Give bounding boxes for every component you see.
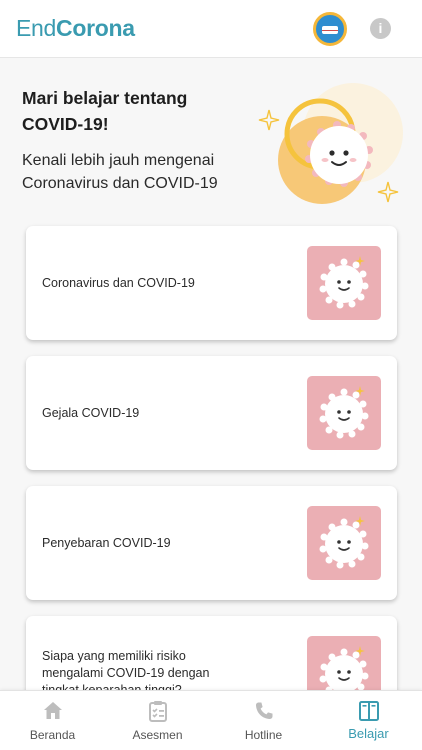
- logo-text-end: End: [16, 15, 57, 41]
- topic-card-label: Gejala COVID-19: [42, 405, 140, 420]
- language-flag-button[interactable]: [313, 12, 347, 46]
- topic-thumbnail: [307, 376, 381, 450]
- clipboard-icon: [149, 701, 167, 722]
- home-icon: [44, 702, 62, 719]
- phone-icon: [256, 702, 273, 719]
- bottom-navigation: Beranda Asesmen Hotline Belajar: [0, 690, 422, 750]
- top-app-bar: EndCorona i: [0, 0, 422, 58]
- topic-thumbnail: [307, 506, 381, 580]
- topic-thumbnail: [307, 246, 381, 320]
- topic-card-label: Penyebaran COVID-19: [42, 535, 171, 550]
- virus-mascot-icon: [319, 516, 369, 569]
- topic-card-coronavirus[interactable]: Coronavirus dan COVID-19: [26, 226, 397, 340]
- topic-card-symptoms[interactable]: Gejala COVID-19: [26, 356, 397, 470]
- hero-subtitle: Kenali lebih jauh mengenai Coronavirus d…: [22, 152, 218, 192]
- topic-card-label: Coronavirus dan COVID-19: [42, 275, 195, 290]
- book-icon: [359, 701, 379, 721]
- nav-item-belajar[interactable]: Belajar: [316, 691, 421, 750]
- nav-item-hotline[interactable]: Hotline: [211, 691, 316, 750]
- virus-mascot-icon: [319, 256, 369, 309]
- flag-icon: [322, 26, 338, 34]
- nav-item-asesmen[interactable]: Asesmen: [105, 691, 210, 750]
- info-icon-button[interactable]: i: [370, 18, 391, 39]
- nav-label: Beranda: [29, 728, 76, 742]
- hero-section: Mari belajar tentang COVID-19! Kenali le…: [0, 58, 422, 218]
- virus-mascot-icon: [319, 386, 369, 439]
- nav-label: Asesmen: [132, 728, 183, 742]
- logo-text-corona: Corona: [56, 15, 135, 41]
- nav-label: Hotline: [244, 728, 283, 742]
- hero-title: Mari belajar tentang COVID-19!: [22, 88, 188, 134]
- app-logo: EndCorona: [16, 15, 135, 42]
- nav-item-beranda[interactable]: Beranda: [0, 691, 105, 750]
- nav-label: Belajar: [348, 726, 389, 741]
- topic-card-transmission[interactable]: Penyebaran COVID-19: [26, 486, 397, 600]
- virus-mascot-illustration: [258, 83, 403, 204]
